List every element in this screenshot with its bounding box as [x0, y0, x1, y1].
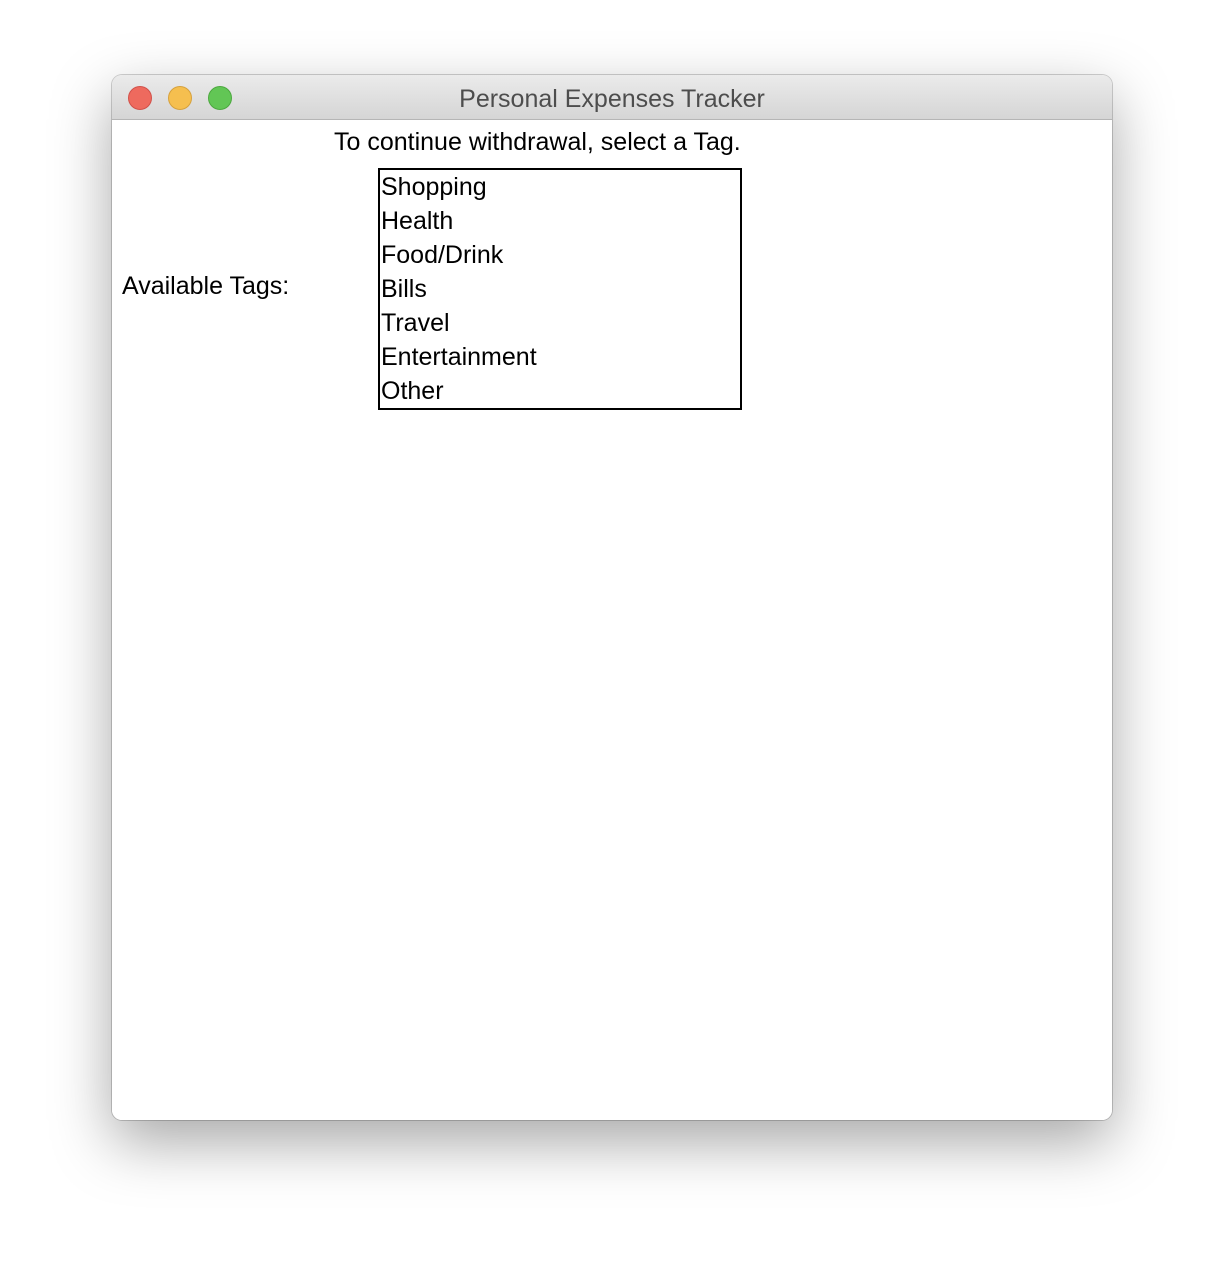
tag-item-shopping[interactable]: Shopping	[380, 170, 740, 204]
app-window: Personal Expenses Tracker To continue wi…	[112, 75, 1112, 1120]
tag-item-travel[interactable]: Travel	[380, 306, 740, 340]
window-title: Personal Expenses Tracker	[459, 85, 765, 113]
main-content: To continue withdrawal, select a Tag. Av…	[112, 120, 1112, 1120]
title-bar[interactable]: Personal Expenses Tracker	[112, 75, 1112, 120]
tag-item-food-drink[interactable]: Food/Drink	[380, 238, 740, 272]
instruction-text: To continue withdrawal, select a Tag.	[334, 128, 741, 156]
tag-item-bills[interactable]: Bills	[380, 272, 740, 306]
available-tags-label: Available Tags:	[122, 272, 290, 300]
tag-item-health[interactable]: Health	[380, 204, 740, 238]
tag-item-other[interactable]: Other	[380, 374, 740, 408]
tags-listbox[interactable]: Shopping Health Food/Drink Bills Travel …	[378, 168, 742, 410]
tag-item-entertainment[interactable]: Entertainment	[380, 340, 740, 374]
